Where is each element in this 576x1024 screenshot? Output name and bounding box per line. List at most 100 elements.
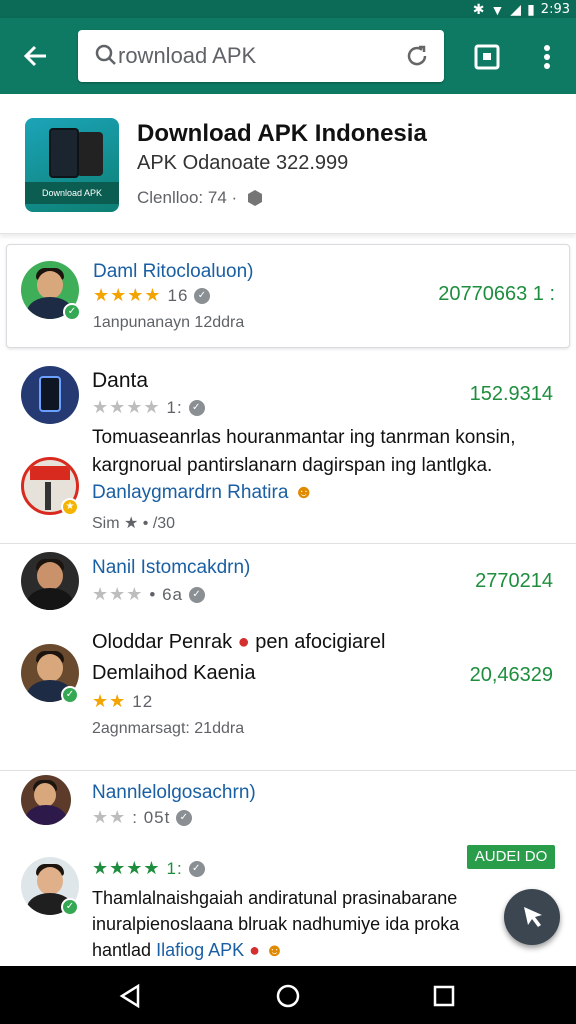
star-icons: ★★★★ [92, 397, 161, 417]
nav-recents-icon[interactable] [430, 982, 458, 1010]
reviewer-name[interactable]: Demlaihod Kaenia [92, 662, 255, 685]
app-icon-label: Download APK [25, 182, 119, 204]
refresh-icon[interactable] [404, 43, 430, 69]
review-number: 2770214 [475, 570, 553, 592]
nav-home-icon[interactable] [274, 982, 302, 1010]
check-icon: ✓ [194, 287, 211, 304]
check-icon: ✓ [189, 586, 206, 603]
rating-count: : 05t [132, 807, 171, 827]
status-time: 2:93 [540, 2, 570, 17]
avatar-body [27, 588, 73, 610]
cursor-fab-button[interactable] [504, 889, 560, 945]
reviewer-name-text: Danlaygmardrn Rhatira [92, 482, 289, 503]
avatar[interactable] [21, 775, 71, 825]
apple-icon: ● [237, 631, 250, 653]
app-subtitle: APK Odanoate 322.999 [137, 152, 349, 174]
reviewer-name[interactable]: Danta [92, 369, 148, 393]
avatar-face [37, 271, 63, 299]
signal-icon: ◢ [510, 1, 522, 17]
avatar-tripod-graphic [45, 482, 51, 510]
cursor-arrow-icon [524, 907, 542, 927]
review-number: 20,46329 [469, 664, 553, 686]
check-icon: ✓ [176, 809, 193, 826]
review-date: 2agnmarsagt: 21ddra [92, 720, 245, 737]
avatar-phone-graphic [39, 376, 61, 412]
rating-count: 1: [166, 858, 183, 878]
arrow-back-icon [23, 45, 46, 67]
avatar-face [37, 654, 63, 682]
badge-icon: ★ [61, 498, 79, 516]
system-nav-bar [0, 966, 576, 1024]
app-icon[interactable]: Download APK [25, 118, 119, 212]
review-number: 20770663 1 : [438, 283, 555, 305]
avatar-face [37, 867, 63, 895]
star-icons: ★★ [92, 691, 127, 711]
star-rating: ★★★★ 1: ✓ [92, 858, 205, 879]
apple-icon: ● [249, 940, 261, 960]
review-body-tail: hantlad Ilafiog APK ● ☻ [92, 937, 284, 963]
app-title: Download APK Indonesia [137, 120, 427, 147]
avatar-body [25, 805, 67, 825]
star-rating: ★★★ • 6a ✓ [92, 584, 206, 605]
star-rating: ★★★★ 16 ✓ [93, 285, 211, 306]
star-rating: ★★ 12 [92, 691, 153, 712]
check-icon: ✓ [188, 860, 205, 877]
avatar[interactable] [21, 552, 79, 610]
app-link[interactable]: Ilafiog APK [156, 940, 244, 960]
app-meta: Clenlloo: 74 · [137, 188, 265, 208]
reviewer-name[interactable]: Daml Ritocloaluon) [93, 261, 254, 283]
phone-back-graphic [77, 132, 103, 176]
back-button[interactable] [18, 38, 54, 74]
app-header: Download APK Download APK Indonesia APK … [0, 94, 576, 234]
star-icons: ★★ [92, 807, 127, 827]
review-heading-text: Oloddar Penrak [92, 631, 233, 653]
battery-icon: ▮ [527, 1, 535, 17]
more-options-icon[interactable] [532, 40, 562, 74]
star-icons: ★★★★ [93, 285, 162, 305]
verified-badge-icon: ✓ [61, 898, 79, 916]
avatar[interactable] [21, 366, 79, 424]
avatar-face [37, 562, 63, 590]
rating-count: 16 [167, 285, 189, 305]
review-date: 1anpunanayn 12ddra [93, 314, 245, 331]
review-card-featured[interactable]: ✓ Daml Ritocloaluon) ★★★★ 16 ✓ 1anpunana… [6, 244, 570, 348]
review-body: Thamlalnaishgaiah andiratunal prasinabar… [92, 888, 460, 934]
review-body-tail-text: hantlad [92, 940, 152, 960]
emoji-icon: ☻ [265, 940, 284, 960]
review-heading-text-2: pen afocigiarel [255, 631, 386, 653]
wifi-icon: ▼ [490, 1, 505, 18]
reviewer-name[interactable]: Nannlelolgosachrn) [92, 782, 256, 804]
verified-badge-icon: ✓ [61, 686, 79, 704]
search-box[interactable] [78, 30, 444, 82]
search-input[interactable] [118, 38, 388, 74]
emoji-icon: ☻ [293, 482, 314, 503]
avatar-banner-graphic [30, 466, 70, 480]
app-meta-text: Clenlloo: 74 · [137, 188, 238, 207]
phone-graphic [49, 128, 79, 178]
reviewer-name[interactable]: Danlaygmardrn Rhatira ☻ [92, 482, 314, 504]
package-icon [248, 190, 263, 206]
status-badge: AUDEI DO [467, 845, 555, 869]
nav-back-icon[interactable] [116, 982, 144, 1010]
review-heading: Oloddar Penrak ● pen afocigiarel [92, 631, 385, 654]
bluetooth-icon: ✱ [472, 1, 485, 17]
tabs-icon[interactable] [472, 42, 502, 72]
search-icon [95, 44, 116, 65]
star-rating: ★★ : 05t ✓ [92, 807, 193, 828]
verified-badge-icon: ✓ [63, 303, 81, 321]
star-rating: ★★★★ 1: ✓ [92, 397, 205, 418]
rating-count: 12 [132, 691, 154, 711]
review-date: Sim ★ • /30 [92, 515, 176, 532]
review-body: Tomuaseanrlas houranmantar ing tanrman k… [92, 427, 516, 476]
rating-count: 1: [166, 397, 183, 417]
divider [0, 770, 576, 771]
rating-count: • 6a [149, 584, 184, 604]
divider [0, 543, 576, 544]
avatar-face [34, 783, 56, 807]
star-icons: ★★★★ [92, 858, 161, 878]
reviewer-name[interactable]: Nanil Istomcakdrn) [92, 557, 250, 579]
app-bar [0, 18, 576, 94]
status-bar: ✱ ▼ ◢ ▮ 2:93 [0, 0, 576, 18]
review-number: 152.9314 [469, 383, 553, 405]
check-icon: ✓ [188, 399, 205, 416]
